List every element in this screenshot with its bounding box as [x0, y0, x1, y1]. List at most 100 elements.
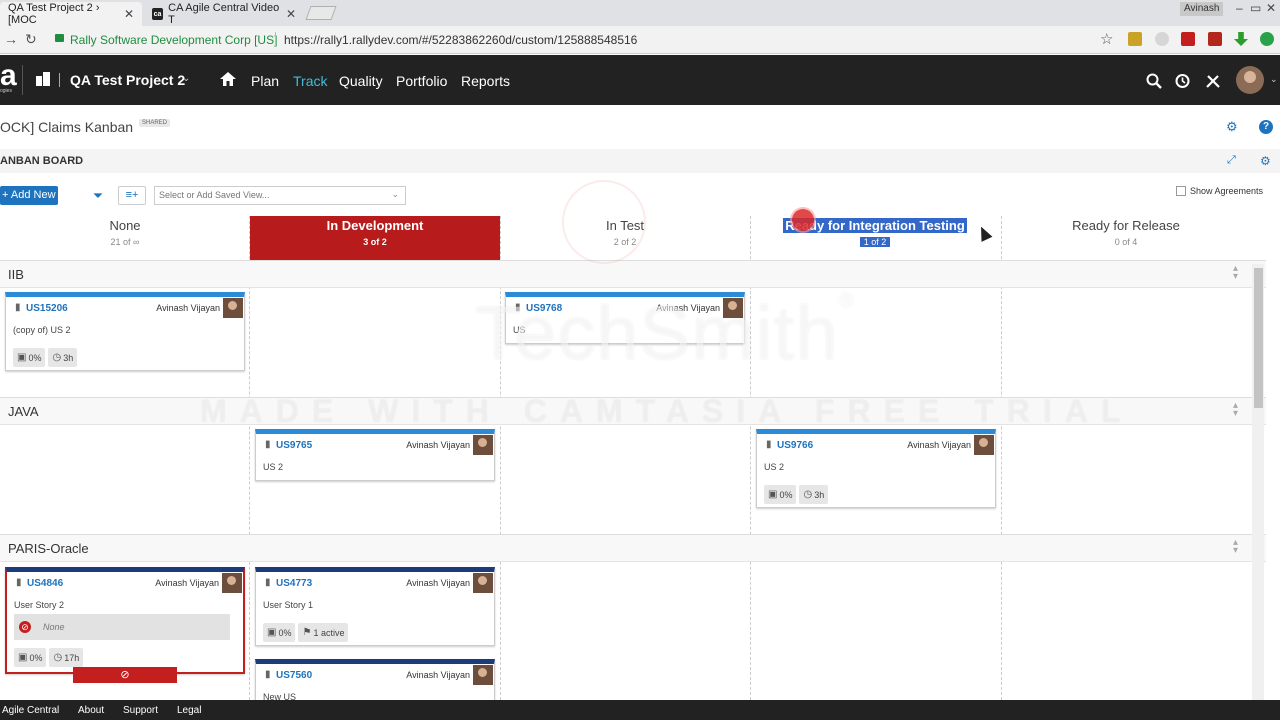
- card-title[interactable]: (copy of) US 2: [13, 325, 71, 335]
- history-icon[interactable]: [1174, 73, 1190, 89]
- minimize-icon[interactable]: –: [1236, 1, 1243, 15]
- column-header-ready-for-release[interactable]: Ready for Release 0 of 4: [1001, 216, 1251, 260]
- maximize-icon[interactable]: ▭: [1250, 1, 1261, 15]
- fields-button[interactable]: ≡+: [118, 186, 146, 205]
- help-icon[interactable]: ?: [1259, 120, 1273, 134]
- user-avatar[interactable]: [1236, 66, 1264, 94]
- home-icon[interactable]: [220, 72, 236, 86]
- column-header-ready-for-integration-testing[interactable]: Ready for Integration Testing 1 of 2: [750, 216, 1000, 260]
- expand-icon[interactable]: ⤢: [1227, 154, 1236, 167]
- close-window-icon[interactable]: ✕: [1266, 1, 1276, 15]
- drag-handle-icon[interactable]: ▴ ▾: [1233, 401, 1238, 419]
- card-title[interactable]: User Story 1: [263, 600, 313, 610]
- extension-icon[interactable]: [1155, 32, 1169, 46]
- reload-icon[interactable]: ↻: [25, 31, 37, 48]
- estimate-chip[interactable]: ◷ 3h: [799, 485, 829, 504]
- pdf-extension-icon[interactable]: [1208, 32, 1222, 46]
- extension-icon[interactable]: [1128, 32, 1142, 46]
- tools-icon[interactable]: [1205, 73, 1221, 89]
- nav-quality[interactable]: Quality: [339, 73, 383, 89]
- project-selector[interactable]: QA Test Project 2: [70, 72, 185, 88]
- chevron-down-icon[interactable]: ⌄: [182, 73, 190, 84]
- building-icon[interactable]: [36, 72, 50, 86]
- new-tab-button[interactable]: [305, 6, 337, 20]
- story-card[interactable]: ▮ US15206 Avinash Vijayan (copy of) US 2…: [5, 292, 245, 371]
- owner-avatar: [473, 665, 493, 685]
- nav-track[interactable]: Track: [293, 73, 327, 89]
- card-id[interactable]: US7560: [276, 670, 312, 681]
- footer-link-agile-central[interactable]: Agile Central: [2, 705, 59, 716]
- progress-chip[interactable]: ▣ 0%: [263, 623, 296, 642]
- nav-portfolio[interactable]: Portfolio: [396, 73, 447, 89]
- drag-handle-icon[interactable]: ▴ ▾: [1233, 538, 1238, 556]
- bookmark-star-icon[interactable]: ☆: [1100, 30, 1113, 48]
- story-card[interactable]: ▮ US9766 Avinash Vijayan US 2 ▣ 0% ◷ 3h: [756, 429, 996, 508]
- nav-plan[interactable]: Plan: [251, 73, 279, 89]
- card-id[interactable]: US4846: [27, 578, 63, 589]
- swimlane-header[interactable]: PARIS-Oracle ▴ ▾: [0, 534, 1266, 562]
- card-title[interactable]: US 2: [263, 462, 283, 472]
- tasks-chip[interactable]: ⚑ 1 active: [298, 623, 349, 642]
- chevron-down-icon[interactable]: ⌄: [1270, 74, 1278, 85]
- card-id[interactable]: US9765: [276, 440, 312, 451]
- divider: [59, 73, 60, 87]
- progress-chip[interactable]: ▣ 0%: [14, 648, 47, 667]
- story-card[interactable]: ▮ US7560 Avinash Vijayan New US: [255, 659, 495, 702]
- estimate-value: 17h: [64, 652, 80, 663]
- extension-icon[interactable]: [1260, 32, 1274, 46]
- task-icon: ▣: [17, 352, 27, 363]
- filter-icon[interactable]: ⏷: [88, 186, 108, 205]
- column-divider: [500, 216, 501, 700]
- story-icon: ▮: [265, 439, 271, 450]
- progress-chip[interactable]: ▣ 0%: [13, 348, 46, 367]
- estimate-chip[interactable]: ◷ 17h: [49, 648, 84, 667]
- secure-site-label[interactable]: Rally Software Development Corp [US]: [70, 33, 277, 47]
- footer-link-support[interactable]: Support: [123, 705, 158, 716]
- browser-tab-active[interactable]: QA Test Project 2 › [MOC ✕: [0, 2, 142, 26]
- column-header-in-development[interactable]: In Development 3 of 2: [250, 216, 500, 260]
- browser-tab[interactable]: ca CA Agile Central Video T ✕: [144, 2, 304, 26]
- story-card-blocked[interactable]: ▮ US4846 Avinash Vijayan User Story 2 ⊘ …: [5, 567, 245, 674]
- blocked-reason[interactable]: ⊘ None: [14, 614, 230, 640]
- task-icon: ▣: [18, 652, 28, 663]
- card-owner: Avinash Vijayan: [406, 440, 470, 450]
- estimate-chip[interactable]: ◷ 3h: [48, 348, 78, 367]
- gear-icon[interactable]: ⚙: [1260, 154, 1271, 168]
- add-new-button[interactable]: + Add New: [0, 186, 58, 205]
- blocked-toggle-button[interactable]: ⊘: [73, 667, 177, 683]
- tab-title: CA Agile Central Video T: [168, 2, 280, 26]
- close-tab-icon[interactable]: ✕: [124, 7, 134, 21]
- column-header-none[interactable]: None 21 of ∞: [0, 216, 250, 260]
- url-field[interactable]: https://rally1.rallydev.com/#/5228386226…: [284, 33, 637, 47]
- swimlane-header[interactable]: IIB ▴ ▾: [0, 260, 1266, 288]
- gear-icon[interactable]: ⚙: [1226, 119, 1238, 135]
- card-title[interactable]: User Story 2: [14, 600, 64, 610]
- footer-link-about[interactable]: About: [78, 705, 104, 716]
- extension-icon[interactable]: [1181, 32, 1195, 46]
- close-tab-icon[interactable]: ✕: [286, 7, 296, 21]
- tasks-value: 1 active: [313, 627, 345, 638]
- story-card[interactable]: ▮ US9765 Avinash Vijayan US 2: [255, 429, 495, 481]
- clock-icon: ◷: [53, 652, 63, 663]
- nav-reports[interactable]: Reports: [461, 73, 510, 89]
- download-icon[interactable]: [1234, 32, 1248, 46]
- card-id[interactable]: US4773: [276, 578, 312, 589]
- scrollbar-thumb[interactable]: [1254, 268, 1263, 408]
- checkbox-icon[interactable]: [1176, 186, 1186, 196]
- column-wip: 21 of ∞: [110, 237, 140, 247]
- saved-view-select[interactable]: Select or Add Saved View... ⌄: [154, 186, 406, 205]
- drag-handle-icon[interactable]: ▴ ▾: [1233, 264, 1238, 282]
- story-card[interactable]: ▮ US4773 Avinash Vijayan User Story 1 ▣ 0…: [255, 567, 495, 646]
- story-icon: ▮: [265, 669, 271, 680]
- progress-chip[interactable]: ▣ 0%: [764, 485, 797, 504]
- card-id[interactable]: US9766: [777, 440, 813, 451]
- forward-icon[interactable]: →: [4, 31, 18, 47]
- card-owner: Avinash Vijayan: [155, 578, 219, 588]
- profile-name[interactable]: Avinash: [1180, 2, 1224, 16]
- card-title[interactable]: US 2: [764, 462, 784, 472]
- card-id[interactable]: US15206: [26, 303, 68, 314]
- search-icon[interactable]: [1146, 73, 1162, 89]
- column-wip: 0 of 4: [1114, 237, 1138, 247]
- show-agreements-checkbox[interactable]: Show Agreements: [1176, 186, 1263, 196]
- footer-link-legal[interactable]: Legal: [177, 705, 201, 716]
